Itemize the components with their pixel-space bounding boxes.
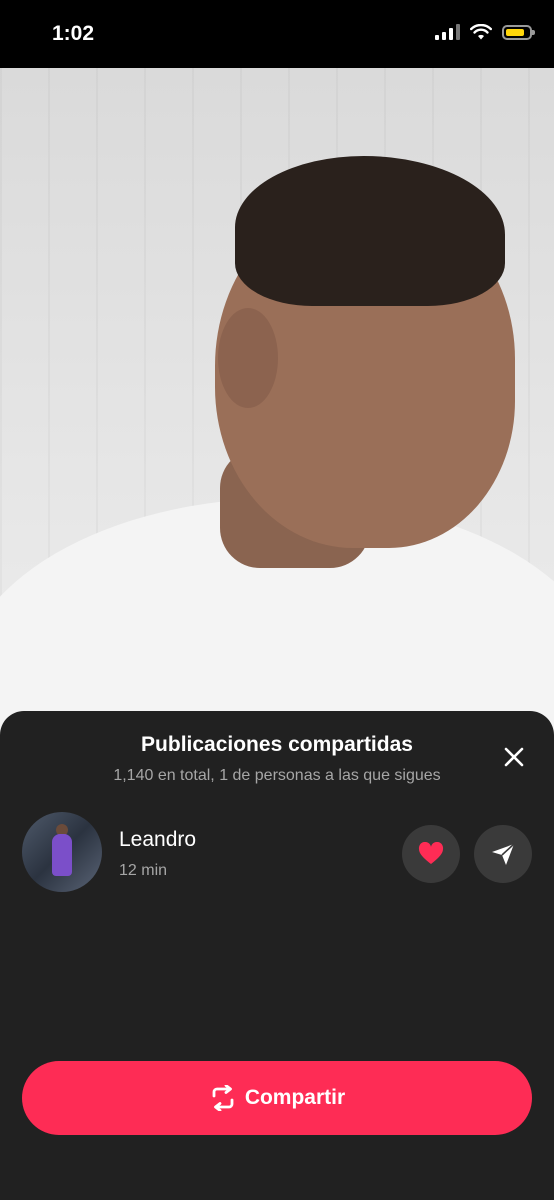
send-icon <box>492 843 515 865</box>
heart-icon <box>418 842 444 864</box>
battery-icon <box>502 24 535 40</box>
sheet-title: Publicaciones compartidas <box>141 733 413 756</box>
status-time: 1:02 <box>52 22 95 45</box>
video-background <box>0 68 554 748</box>
battery-fill <box>506 28 524 36</box>
like-button[interactable] <box>402 825 460 883</box>
avatar-figure <box>52 834 72 876</box>
video-person-hair <box>235 156 505 306</box>
close-icon <box>504 747 524 767</box>
send-button[interactable] <box>474 825 532 883</box>
share-time: 12 min <box>119 862 168 879</box>
sheet-subtitle: 1,140 en total, 1 de personas a las que … <box>113 767 441 784</box>
avatar[interactable] <box>22 812 102 892</box>
user-name[interactable]: Leandro <box>119 828 196 852</box>
signal-icon <box>435 24 460 40</box>
shared-posts-sheet: Publicaciones compartidas 1,140 en total… <box>0 711 554 1200</box>
status-icons <box>435 24 535 40</box>
close-button[interactable] <box>498 741 530 773</box>
share-button-label: Compartir <box>244 1086 346 1109</box>
repost-icon <box>212 1085 234 1111</box>
share-button[interactable]: Compartir <box>22 1061 532 1135</box>
video-person-ear <box>218 308 278 408</box>
status-bar: 1:02 <box>0 0 554 68</box>
wifi-icon <box>470 24 492 40</box>
shared-by-row[interactable]: Leandro 12 min <box>22 812 532 894</box>
